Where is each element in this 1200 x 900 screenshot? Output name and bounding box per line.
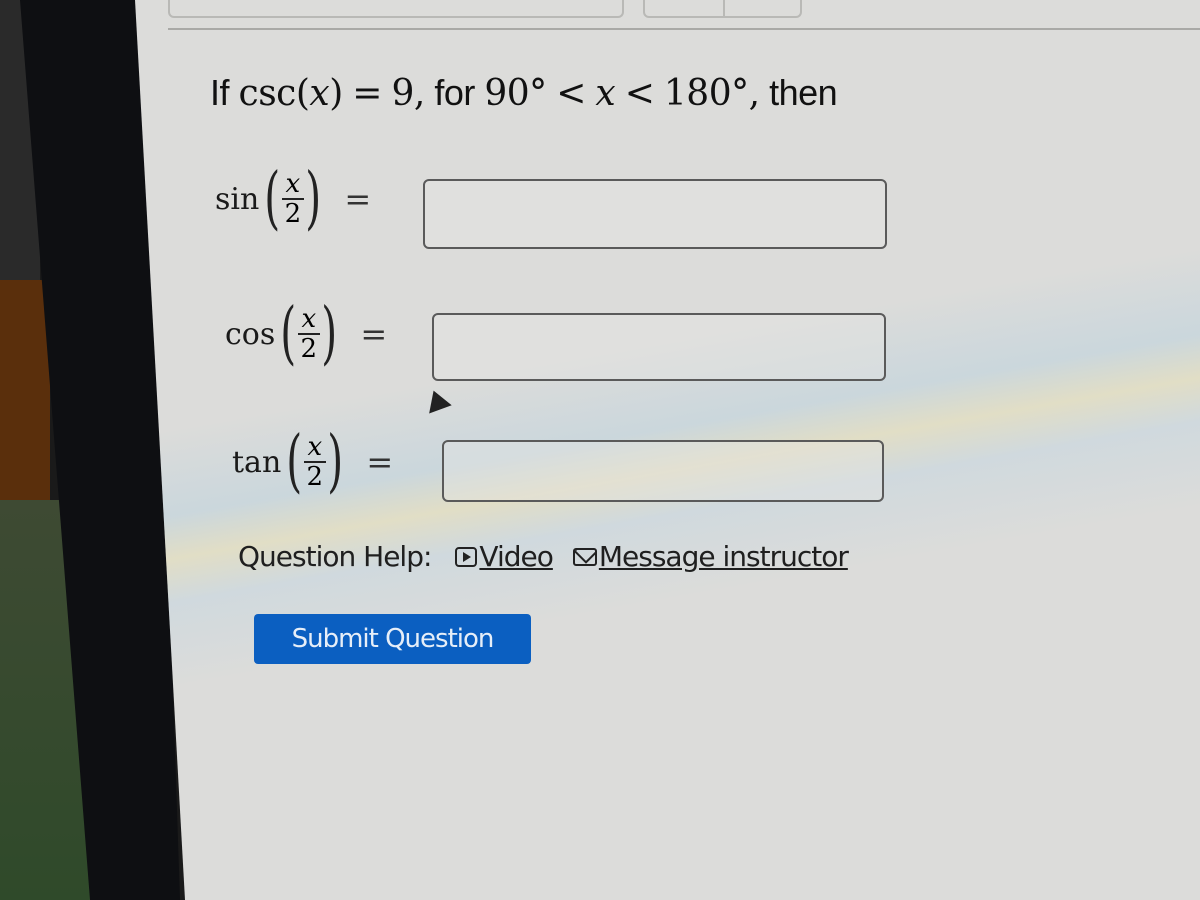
sin-answer-input[interactable] xyxy=(423,179,887,249)
function-name: tan xyxy=(232,444,282,480)
previous-answer-field[interactable] xyxy=(168,0,624,18)
denominator: 2 xyxy=(284,199,302,229)
tan-answer-input[interactable] xyxy=(442,440,884,502)
question-help: Question Help: Video Message instructor xyxy=(238,540,849,573)
prompt-suffix: then xyxy=(769,72,838,113)
equals-sign: = xyxy=(344,180,372,218)
previous-button-group[interactable] xyxy=(643,0,802,18)
function-name: cos xyxy=(225,316,276,352)
video-link[interactable]: Video xyxy=(479,540,553,573)
numerator: x xyxy=(301,304,317,334)
prompt-var-2: x xyxy=(595,73,616,114)
question-help-label: Question Help: xyxy=(238,540,432,573)
question-prompt: If csc(x) = 9, for 90° < x < 180°, then xyxy=(210,72,838,114)
equals-sign: = xyxy=(366,443,394,481)
prompt-func: csc xyxy=(238,73,297,114)
mail-icon[interactable] xyxy=(572,547,597,566)
prompt-var: x xyxy=(309,73,330,114)
cos-half-angle-expression: cos ( x 2 ) = xyxy=(225,294,388,373)
divider xyxy=(168,28,1200,30)
sin-half-angle-expression: sin ( x 2 ) = xyxy=(215,159,372,238)
background-object xyxy=(0,280,50,510)
equals-sign: = xyxy=(360,315,388,353)
prompt-prefix: If xyxy=(210,72,230,113)
numerator: x xyxy=(285,169,301,199)
prompt-condition: for xyxy=(434,72,475,113)
prompt-lower-bound: 90° xyxy=(484,73,547,114)
fraction: x 2 xyxy=(281,169,304,229)
fraction: x 2 xyxy=(303,432,326,492)
prompt-value: 9 xyxy=(391,73,414,114)
submit-question-button[interactable]: Submit Question xyxy=(254,614,531,664)
message-instructor-link[interactable]: Message instructor xyxy=(599,540,849,573)
function-name: sin xyxy=(215,181,260,217)
video-icon[interactable] xyxy=(455,546,478,567)
cos-answer-input[interactable] xyxy=(432,313,886,381)
denominator: 2 xyxy=(306,462,324,492)
numerator: x xyxy=(307,432,323,462)
denominator: 2 xyxy=(300,334,318,364)
fraction: x 2 xyxy=(297,304,320,364)
prompt-upper-bound: 180° xyxy=(663,73,749,114)
tan-half-angle-expression: tan ( x 2 ) = xyxy=(232,422,394,501)
